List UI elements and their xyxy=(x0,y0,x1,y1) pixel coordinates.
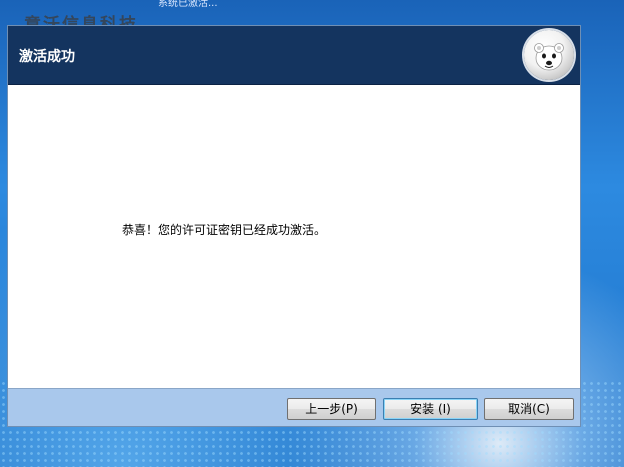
cancel-button[interactable]: 取消(C) xyxy=(484,398,574,420)
dialog-title: 激活成功 xyxy=(19,49,75,65)
activation-dialog: 激活成功 恭喜！您的许可证密钥已经成功激活。 上一步(P) 安装 (I) 取消(… xyxy=(7,25,581,427)
back-button[interactable]: 上一步(P) xyxy=(287,398,376,420)
polar-bear-icon xyxy=(524,30,574,80)
success-message: 恭喜！您的许可证密钥已经成功激活。 xyxy=(122,223,327,237)
dialog-footer: 上一步(P) 安装 (I) 取消(C) xyxy=(8,389,580,426)
dialog-header: 激活成功 xyxy=(8,26,580,85)
desktop-clipped-text: 系统已激活... xyxy=(158,0,218,9)
dialog-content: 恭喜！您的许可证密钥已经成功激活。 xyxy=(8,85,580,389)
install-button[interactable]: 安装 (I) xyxy=(383,398,478,420)
